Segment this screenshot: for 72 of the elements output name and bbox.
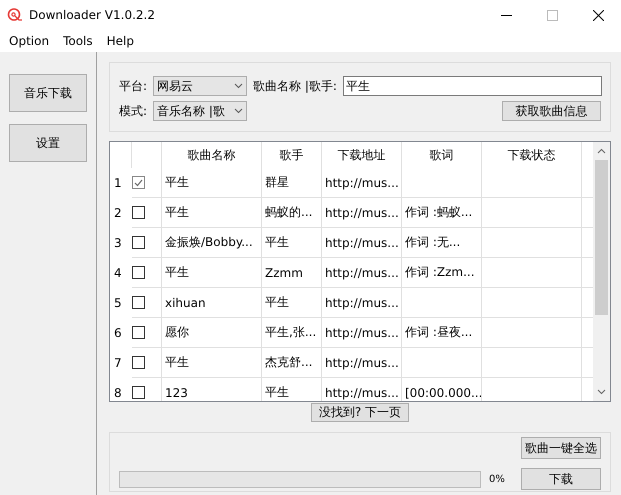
row-number: 2 [113,205,123,222]
menu-item[interactable]: Option [2,34,56,48]
chevron-down-icon [234,83,244,89]
mode-dropdown[interactable]: 音乐名称 |歌 [153,101,248,121]
table-cell: 蚂蚁的... [262,198,322,228]
table-cell: 作词 :无... [402,228,482,258]
row-number: 8 [113,385,123,401]
row-checkbox[interactable] [132,356,145,369]
column-header[interactable]: 下载状态 [482,142,582,168]
table-cell: 平生 [162,348,262,378]
row-checkbox[interactable] [132,266,145,279]
download-button[interactable]: 下载 [521,468,601,490]
row-checkbox[interactable] [132,206,145,219]
platform-label: 平台: [119,78,148,94]
fetch-button[interactable]: 获取歌曲信息 [502,101,601,121]
query-input-field[interactable]: 平生 [342,76,602,96]
scroll-up-icon[interactable] [597,148,606,154]
column-header[interactable]: 歌手 [262,142,322,168]
table-cell: http://mus... [322,168,402,198]
query-label: 歌曲名称 |歌手: [253,78,337,94]
table-cell: 平生 [262,288,322,318]
table-cell: 愿你 [162,318,262,348]
close-icon [592,10,604,20]
table-cell: 金振焕/Bobby... [162,228,262,258]
column-header[interactable]: 歌词 [402,142,482,168]
table-cell: 平生 [162,258,262,288]
table-cell: Zzmm [262,258,322,288]
table-cell: 作词 :蚂蚁... [402,198,482,228]
table-cell: http://mus... [322,228,402,258]
mode-label: 模式: [119,102,148,120]
table-cell: http://mus... [322,348,402,378]
scrollbar[interactable] [593,142,610,401]
progress-reading: 0% [488,474,506,484]
menu-item[interactable]: Help [100,34,141,48]
app-logo-icon [7,7,23,23]
row-number: 3 [113,235,123,252]
table-cell: http://mus... [322,288,402,318]
table-cell: 平生 [262,228,322,258]
row-number: 4 [113,265,123,282]
table-cell: 平生 [162,198,262,228]
row-number: 1 [113,175,123,192]
table-cell: http://mus... [322,258,402,288]
menu-item[interactable]: Tools [56,34,100,48]
row-checkbox[interactable] [132,386,145,399]
column-header[interactable]: 下载地址 [322,142,402,168]
table-cell: 123 [162,378,262,401]
sidebar-button[interactable]: 设置 [9,124,87,162]
window-title: Downloader V1.0.2.2 [29,8,156,22]
row-number: 6 [113,325,123,342]
platform-dropdown[interactable]: 网易云 [153,76,248,96]
next-page-button[interactable]: 没找到? 下一页 [311,403,409,422]
row-number: 7 [113,355,123,372]
table-cell: 群星 [262,168,322,198]
maximize-icon [546,10,558,20]
table-cell: 作词 :Zzm... [402,258,482,288]
table-cell: http://mus... [322,318,402,348]
table-cell: xihuan [162,288,262,318]
table-cell: 杰克舒... [262,348,322,378]
chevron-down-icon [234,108,244,114]
row-checkbox[interactable] [132,176,145,189]
table-cell: 作词 :昼夜... [402,318,482,348]
table-cell: 平生,张... [262,318,322,348]
row-checkbox[interactable] [132,236,145,249]
row-checkbox[interactable] [132,326,145,339]
sidebar-button[interactable]: 音乐下载 [9,74,87,112]
table-cell: 平生 [162,168,262,198]
column-header[interactable]: 歌曲名称 [162,142,262,168]
table-cell: http://mus... [322,198,402,228]
select-all-button[interactable]: 歌曲一键全选 [521,437,601,459]
row-checkbox[interactable] [132,296,145,309]
row-number: 5 [113,295,123,312]
scroll-down-icon[interactable] [597,389,606,395]
